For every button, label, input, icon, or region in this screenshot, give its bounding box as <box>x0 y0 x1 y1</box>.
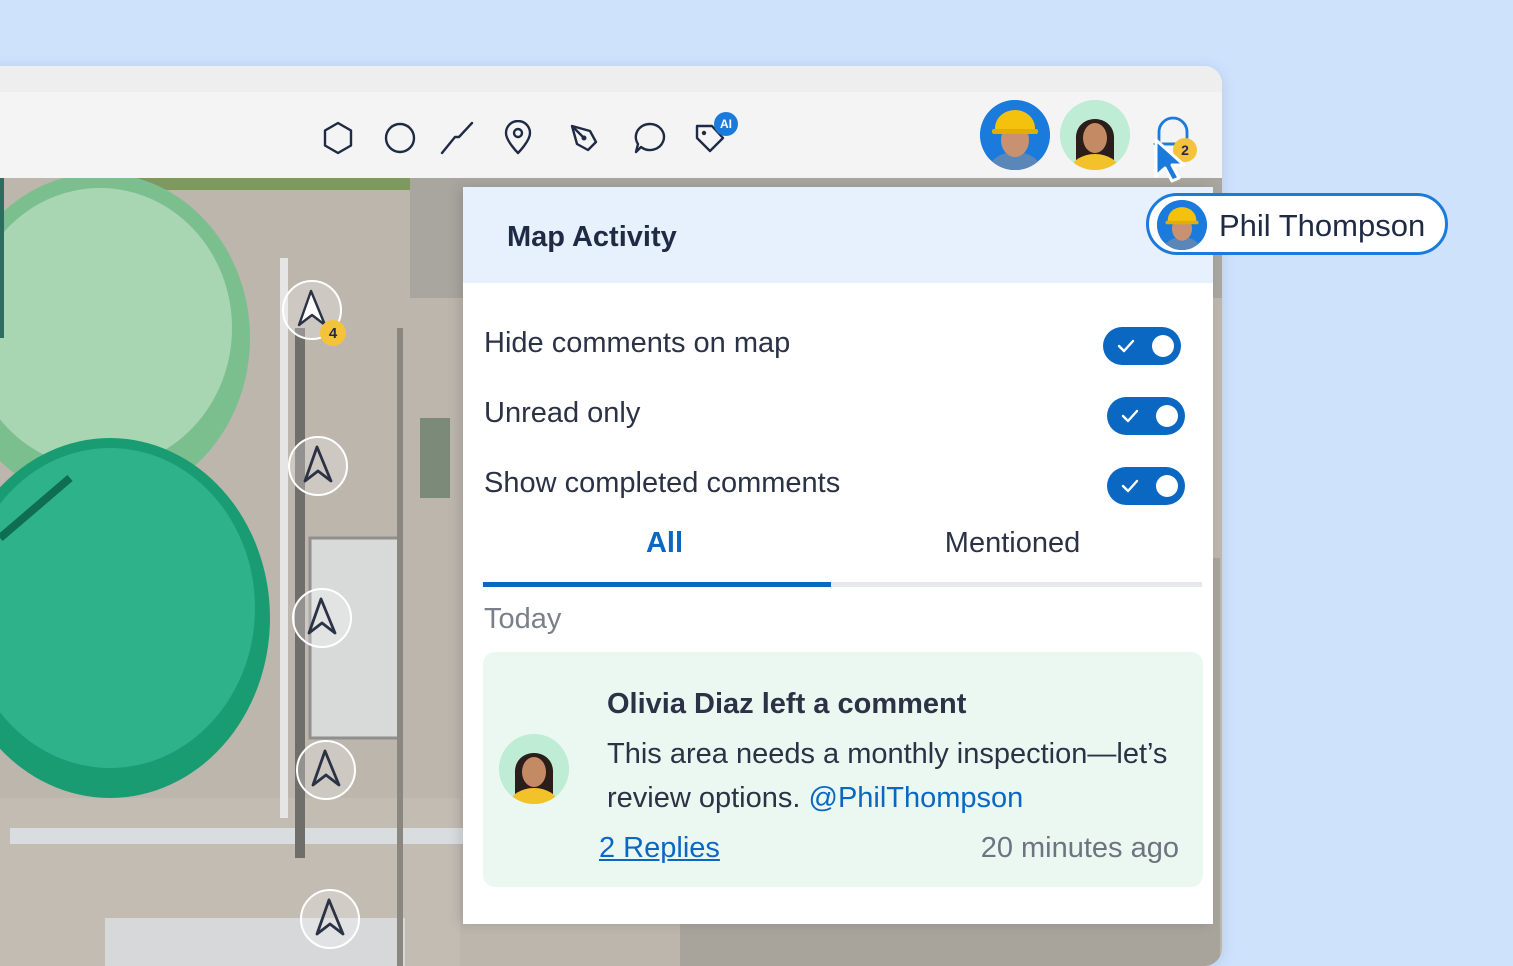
cursor-user-name: Phil Thompson <box>1219 208 1426 243</box>
ai-tag-icon[interactable]: AI <box>690 112 738 158</box>
check-icon <box>1117 339 1135 353</box>
location-marker[interactable] <box>287 435 349 497</box>
panel-title: Map Activity <box>507 221 677 253</box>
comment-icon[interactable] <box>630 118 670 158</box>
replies-link[interactable]: 2 Replies <box>599 832 720 865</box>
section-label-today: Today <box>484 603 562 635</box>
panel-header: Map Activity <box>463 187 1213 283</box>
tab-mentioned[interactable]: Mentioned <box>839 527 1186 560</box>
pen-icon[interactable] <box>564 118 604 158</box>
hide-comments-label: Hide comments on map <box>484 327 791 359</box>
circle-icon[interactable] <box>380 118 420 158</box>
comment-card[interactable]: Olivia Diaz left a comment This area nee… <box>483 652 1203 887</box>
woman-avatar[interactable] <box>1060 100 1130 170</box>
comment-title: Olivia Diaz left a comment <box>607 688 967 720</box>
map-activity-panel: Map Activity Hide comments on map Unread… <box>463 187 1213 924</box>
unread-only-label: Unread only <box>484 397 641 429</box>
mention-link[interactable]: @PhilThompson <box>809 782 1024 814</box>
active-tab-indicator <box>483 582 831 587</box>
tab-all[interactable]: All <box>491 527 838 560</box>
toggle-knob <box>1156 475 1178 497</box>
marker-count-badge: 4 <box>320 320 346 346</box>
hide-comments-toggle[interactable] <box>1103 327 1181 365</box>
unread-only-toggle[interactable] <box>1107 397 1185 435</box>
show-completed-toggle[interactable] <box>1107 467 1185 505</box>
show-completed-label: Show completed comments <box>484 467 841 499</box>
cursor-user-chip: Phil Thompson <box>1146 193 1448 255</box>
comment-body: This area needs a monthly inspection—let… <box>607 732 1187 820</box>
worker-avatar[interactable] <box>980 100 1050 170</box>
location-marker[interactable] <box>295 739 357 801</box>
polygon-icon[interactable] <box>318 118 358 158</box>
commenter-avatar[interactable] <box>499 734 569 804</box>
comment-time: 20 minutes ago <box>980 832 1179 864</box>
cursor-icon <box>1154 138 1186 183</box>
location-marker[interactable] <box>291 587 353 649</box>
toggle-knob <box>1156 405 1178 427</box>
pin-icon[interactable] <box>498 118 538 158</box>
location-marker[interactable] <box>299 888 361 950</box>
phil-avatar <box>1157 200 1207 250</box>
check-icon <box>1121 479 1139 493</box>
titlebar-strip <box>0 66 1222 92</box>
check-icon <box>1121 409 1139 423</box>
toggle-knob <box>1152 335 1174 357</box>
ai-badge: AI <box>714 112 738 136</box>
line-icon[interactable] <box>437 118 477 158</box>
toolbar: AI 2 <box>0 66 1222 179</box>
